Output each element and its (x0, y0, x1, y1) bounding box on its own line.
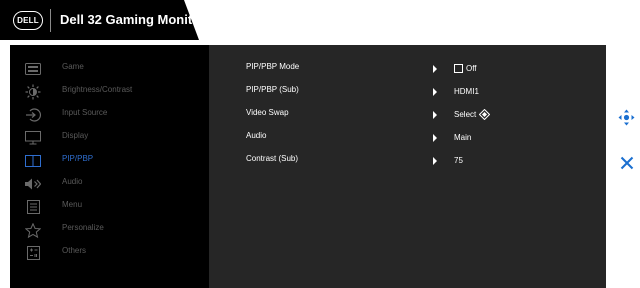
sidebar-item-menu[interactable]: Menu (10, 195, 209, 218)
submenu-arrow-icon (433, 88, 437, 96)
sidebar-item-pip-pbp[interactable]: PIP/PBP (10, 149, 209, 172)
monitor-title: Dell 32 Gaming Monitor (60, 12, 206, 27)
game-icon (25, 61, 41, 77)
dell-logo: DELL (13, 11, 43, 30)
setting-value: Main (454, 128, 471, 146)
osd-panel: Game Brightness/Contrast Input Source Di… (10, 45, 606, 288)
sidebar-item-label: Game (62, 62, 84, 71)
sidebar-item-game[interactable]: Game (10, 57, 209, 80)
menu-icon (25, 199, 41, 215)
setting-value-text: Off (466, 63, 477, 73)
speaker-icon (25, 176, 41, 192)
setting-label: Video Swap (246, 108, 289, 117)
setting-value: HDMI1 (454, 82, 479, 100)
osd-header: DELL Dell 32 Gaming Monitor (0, 0, 205, 40)
header-divider (50, 9, 51, 32)
submenu-arrow-icon (433, 157, 437, 165)
setting-value-text: 75 (454, 155, 463, 165)
setting-row-audio[interactable]: Audio Main (209, 126, 606, 149)
setting-value-text: Select (454, 109, 477, 119)
sidebar-item-personalize[interactable]: Personalize (10, 218, 209, 241)
display-icon (25, 130, 41, 146)
sidebar-item-label: Audio (62, 177, 83, 186)
setting-row-contrast-sub[interactable]: Contrast (Sub) 75 (209, 149, 606, 172)
submenu-arrow-icon (433, 65, 437, 73)
sidebar-item-input-source[interactable]: Input Source (10, 103, 209, 126)
pip-pbp-icon (25, 153, 41, 169)
pip-pbp-submenu: PIP/PBP Mode Off PIP/PBP (Sub) HDMI1 Vid… (209, 45, 606, 288)
setting-label: PIP/PBP (Sub) (246, 85, 299, 94)
setting-value[interactable]: Off (454, 59, 477, 77)
sidebar-item-label: Menu (62, 200, 83, 209)
setting-value-text: HDMI1 (454, 86, 479, 96)
submenu-arrow-icon (433, 134, 437, 142)
setting-row-pip-pbp-mode[interactable]: PIP/PBP Mode Off (209, 57, 606, 80)
sidebar-item-display[interactable]: Display (10, 126, 209, 149)
sidebar-item-others[interactable]: Others (10, 241, 209, 264)
sidebar-item-label: PIP/PBP (62, 154, 94, 163)
setting-value: 75 (454, 151, 463, 169)
setting-row-video-swap[interactable]: Video Swap Select (209, 103, 606, 126)
submenu-arrow-icon (433, 111, 437, 119)
sidebar-menu: Game Brightness/Contrast Input Source Di… (10, 45, 209, 288)
sidebar-item-brightness-contrast[interactable]: Brightness/Contrast (10, 80, 209, 103)
brightness-icon (25, 84, 41, 100)
setting-label: Contrast (Sub) (246, 154, 299, 163)
sidebar-item-label: Others (62, 246, 87, 255)
setting-label: PIP/PBP Mode (246, 62, 300, 71)
setting-value[interactable]: Select (454, 105, 491, 123)
star-icon (25, 222, 41, 238)
swap-icon[interactable] (479, 108, 491, 120)
logo-text: DELL (17, 16, 39, 25)
input-source-icon (25, 107, 41, 123)
sidebar-item-audio[interactable]: Audio (10, 172, 209, 195)
others-icon (25, 245, 41, 261)
sidebar-item-label: Input Source (62, 108, 108, 117)
sidebar-item-label: Display (62, 131, 89, 140)
sidebar-item-label: Brightness/Contrast (62, 85, 133, 94)
setting-label: Audio (246, 131, 267, 140)
off-checkbox[interactable] (454, 63, 463, 73)
setting-value-text: Main (454, 132, 472, 142)
navigation-joystick-icon[interactable] (618, 109, 635, 126)
sidebar-item-label: Personalize (62, 223, 104, 232)
close-icon[interactable] (620, 156, 634, 170)
setting-row-pip-pbp-sub[interactable]: PIP/PBP (Sub) HDMI1 (209, 80, 606, 103)
